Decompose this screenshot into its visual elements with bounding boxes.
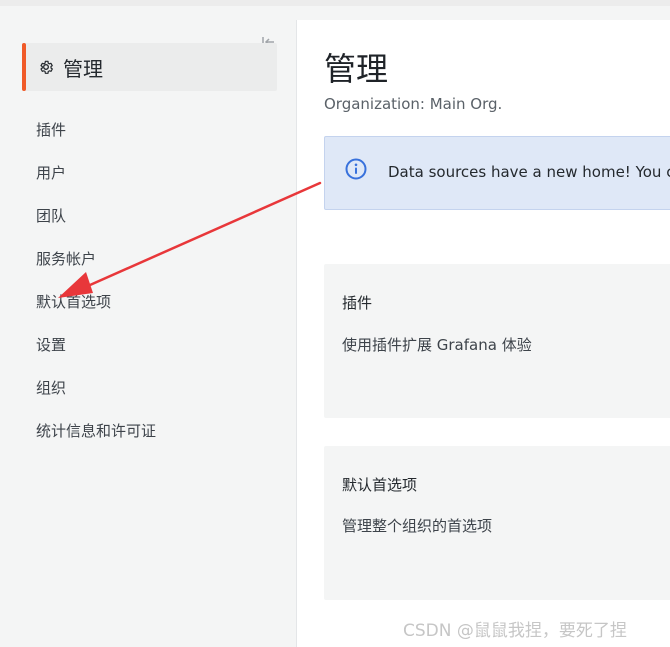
sidebar-section-admin[interactable]: 管理 — [22, 43, 277, 91]
page-subtitle: Organization: Main Org. — [324, 95, 503, 113]
active-accent-bar — [22, 43, 26, 91]
main-content: 管理 Organization: Main Org. Data sources … — [296, 20, 670, 647]
page-title: 管理 — [324, 50, 389, 88]
sidebar-item-users[interactable]: 用户 — [36, 159, 156, 202]
card-title: 默认首选项 — [342, 476, 418, 494]
card-description: 使用插件扩展 Grafana 体验 — [342, 336, 532, 354]
sidebar-item-settings[interactable]: 设置 — [36, 331, 156, 374]
sidebar-item-service-accounts[interactable]: 服务帐户 — [36, 245, 156, 288]
card-default-preferences[interactable]: 默认首选项 管理整个组织的首选项 — [324, 446, 670, 600]
sidebar-item-organizations[interactable]: 组织 — [36, 374, 156, 417]
sidebar-item-stats-and-license[interactable]: 统计信息和许可证 — [36, 417, 156, 460]
sidebar-section-title: 管理 — [63, 56, 103, 81]
alert-text: Data sources have a new home! You can no… — [388, 163, 670, 181]
watermark: CSDN @鼠鼠我捏，要死了捏 — [403, 621, 627, 641]
card-plugins[interactable]: 插件 使用插件扩展 Grafana 体验 — [324, 264, 670, 418]
sidebar: 管理 插件 用户 团队 服务帐户 默认首选项 设置 组织 统计信息和许可证 — [0, 6, 294, 647]
card-description: 管理整个组织的首选项 — [342, 517, 493, 535]
gear-icon — [37, 58, 55, 76]
sidebar-nav: 插件 用户 团队 服务帐户 默认首选项 设置 组织 统计信息和许可证 — [36, 116, 156, 460]
info-alert: Data sources have a new home! You can no… — [324, 136, 670, 210]
sidebar-item-plugins[interactable]: 插件 — [36, 116, 156, 159]
sidebar-item-teams[interactable]: 团队 — [36, 202, 156, 245]
grafana-admin-page: 管理 插件 用户 团队 服务帐户 默认首选项 设置 组织 统计信息和许可证 管理… — [0, 0, 670, 647]
sidebar-item-default-preferences[interactable]: 默认首选项 — [36, 288, 156, 331]
card-title: 插件 — [342, 294, 373, 312]
info-circle-icon — [345, 158, 367, 180]
